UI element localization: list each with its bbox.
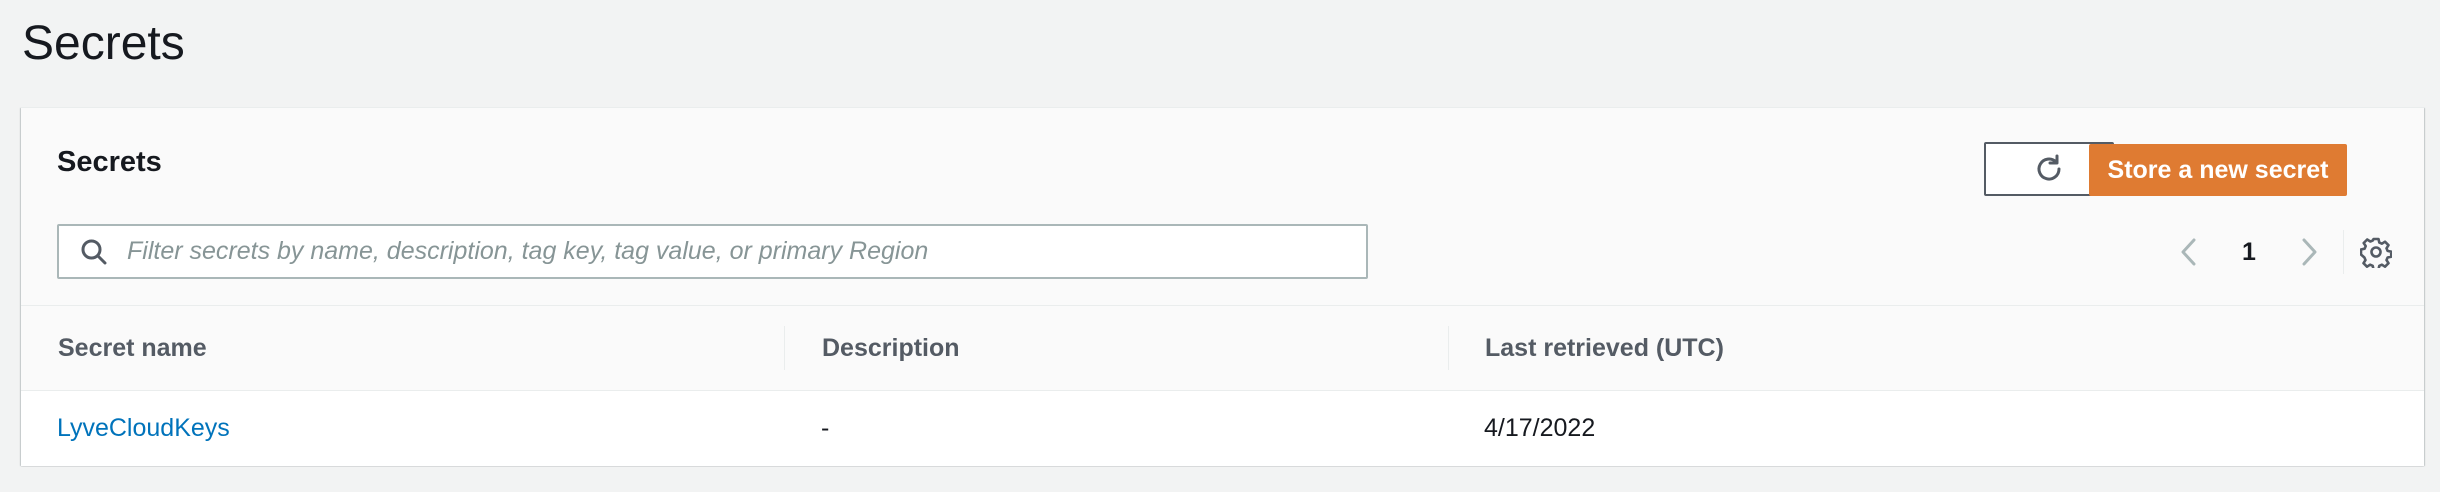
panel-title: Secrets	[57, 146, 162, 178]
search-icon	[79, 237, 109, 267]
chevron-right-icon	[2297, 236, 2321, 268]
column-header-description[interactable]: Description	[822, 306, 960, 390]
secret-name-link[interactable]: LyveCloudKeys	[57, 391, 230, 466]
refresh-icon	[2033, 153, 2065, 185]
secrets-panel: Secrets Store a new secret Filter secret…	[21, 107, 2424, 466]
secret-last-retrieved: 4/17/2022	[1484, 414, 1596, 442]
column-divider[interactable]	[1448, 326, 1449, 370]
search-input[interactable]	[125, 225, 1366, 278]
store-new-secret-button[interactable]: Store a new secret	[2089, 144, 2347, 196]
column-header-last-retrieved[interactable]: Last retrieved (UTC)	[1485, 306, 1724, 390]
secret-description: -	[821, 414, 830, 442]
table-header: Secret name Description Last retrieved (…	[21, 306, 2424, 391]
panel-header: Secrets Store a new secret Filter secret…	[21, 108, 2424, 306]
column-header-secret-name[interactable]: Secret name	[58, 306, 207, 390]
pager-divider	[2343, 230, 2344, 274]
search-field[interactable]	[57, 224, 1368, 279]
gear-icon	[2360, 236, 2392, 268]
previous-page-button[interactable]	[2169, 232, 2209, 272]
table-row: LyveCloudKeys - 4/17/2022	[21, 391, 2424, 466]
current-page-number[interactable]: 1	[2229, 232, 2269, 272]
next-page-button[interactable]	[2289, 232, 2329, 272]
column-divider[interactable]	[784, 326, 785, 370]
page-title: Secrets	[22, 17, 185, 70]
table-settings-button[interactable]	[2356, 232, 2396, 272]
chevron-left-icon	[2177, 236, 2201, 268]
